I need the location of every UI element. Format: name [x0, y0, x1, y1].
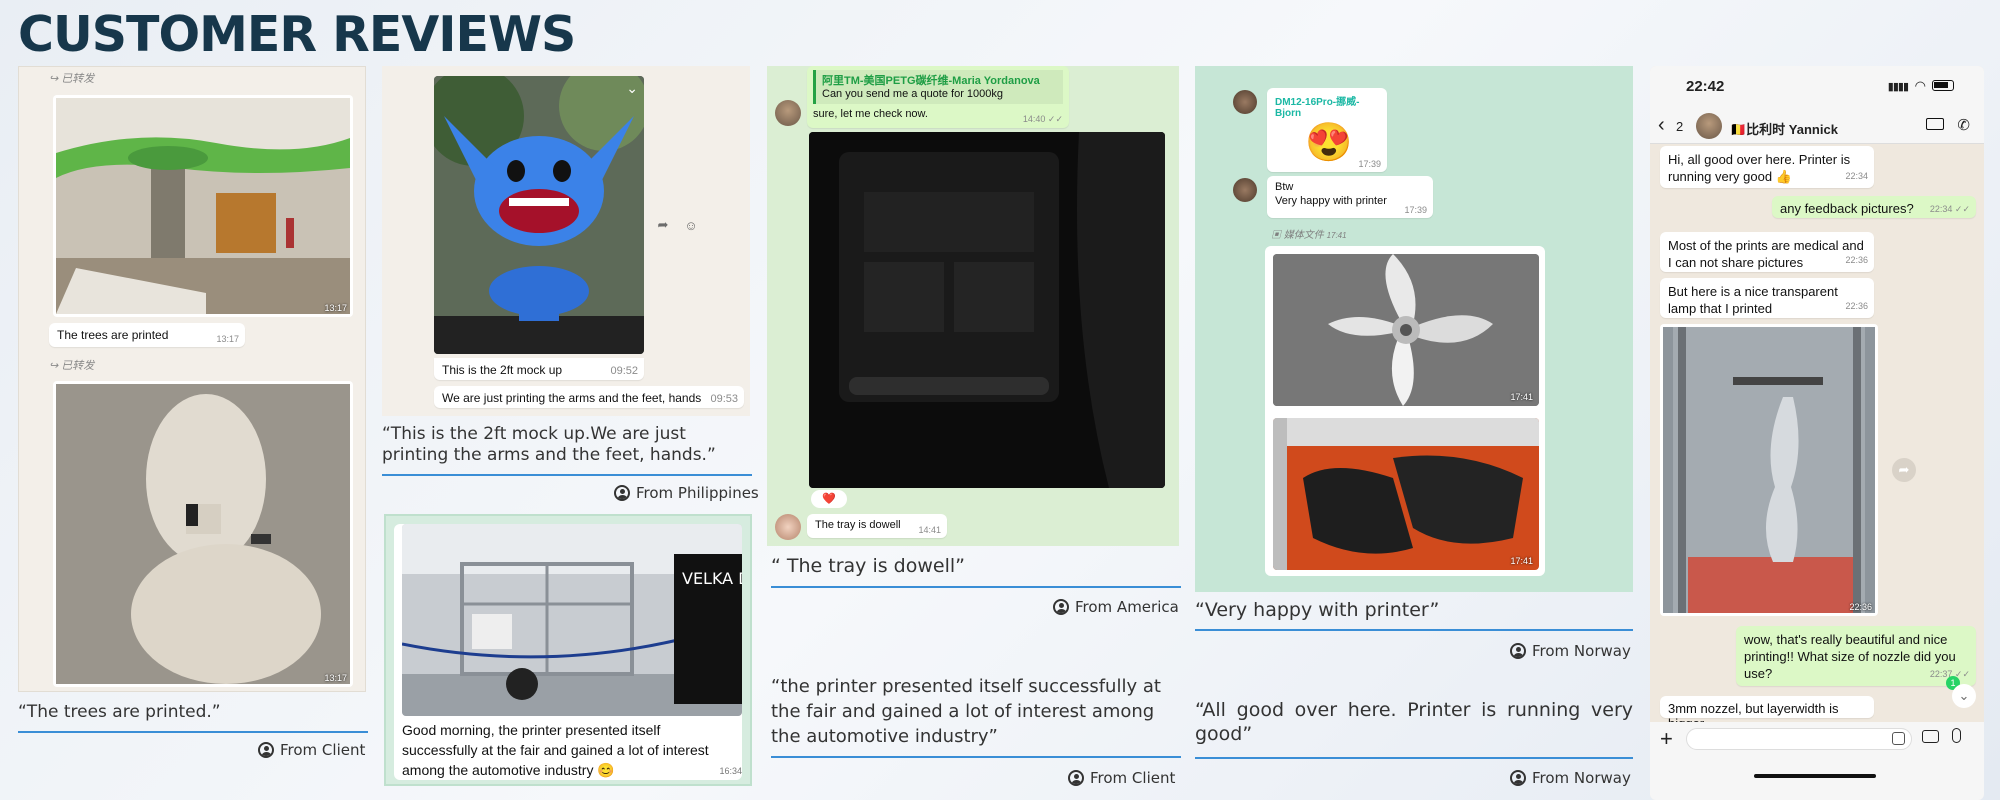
- message-bubble[interactable]: wow, that's really beautiful and nice pr…: [1736, 626, 1976, 686]
- chevron-down-icon[interactable]: ⌄: [626, 80, 638, 97]
- divider: [1195, 757, 1633, 759]
- message-bubble[interactable]: This is the 2ft mock up 09:52: [434, 358, 644, 380]
- printed-lamp-image: [1663, 327, 1875, 613]
- review-quote: “The trees are printed.”: [18, 702, 221, 722]
- camera-icon[interactable]: [1922, 730, 1939, 743]
- chat-header: ‹ 2 🇧🇪比利时 Yannick ✆: [1650, 110, 1984, 144]
- chat-screenshot-tray: 阿里TM-美国PETG碳纤维-Maria Yordanova Can you s…: [767, 66, 1179, 546]
- person-icon: [1510, 770, 1526, 786]
- back-count: 2: [1676, 119, 1684, 134]
- chat-screenshot-trees: ↪ 已转发 13:17 The trees are printed 13:17 …: [18, 66, 366, 692]
- stitch-photo[interactable]: ⌄: [434, 76, 644, 354]
- status-bar: 22:42 ▮▮▮▮ ◠: [1650, 66, 1984, 110]
- review-quote: “the printer presented itself successful…: [771, 676, 1161, 747]
- phone-screenshot: 22:42 ▮▮▮▮ ◠ ‹ 2 🇧🇪比利时 Yannick ✆ Hi, all…: [1650, 66, 1984, 800]
- home-indicator: [1754, 774, 1876, 778]
- divider: [18, 731, 368, 733]
- emoji-bubble[interactable]: DM12-16Pro-挪威-Bjorn 😍 17:39: [1267, 88, 1387, 172]
- message-bubble[interactable]: Hi, all good over here. Printer is runni…: [1660, 146, 1874, 188]
- message-bubble[interactable]: The trees are printed 13:17: [49, 323, 245, 347]
- lamp-photo[interactable]: 22:36: [1660, 324, 1878, 616]
- avatar: [775, 100, 801, 126]
- divider: [1195, 629, 1633, 631]
- tray-photo[interactable]: [809, 132, 1165, 488]
- battery-icon: [1932, 80, 1954, 91]
- status-time: 22:42: [1686, 78, 1725, 95]
- composer-bar: +: [1650, 722, 1984, 800]
- media-label: ▣ 媒体文件 17:41: [1271, 230, 1347, 241]
- booth-sign-text: VELKA DESIGN: [682, 569, 742, 588]
- review-source: From Client: [258, 741, 365, 759]
- reaction-badge[interactable]: ❤️: [811, 490, 847, 508]
- message-bubble[interactable]: any feedback pictures? 22:34 ✓✓: [1772, 196, 1976, 218]
- contact-avatar[interactable]: [1696, 113, 1722, 139]
- review-quote: “All good over here. Printer is running …: [1195, 699, 1633, 745]
- quoted-message: 阿里TM-美国PETG碳纤维-Maria Yordanova Can you s…: [813, 70, 1063, 104]
- console-tray-image: [809, 132, 1165, 488]
- sticker-icon[interactable]: [1892, 732, 1905, 745]
- chat-screenshot-norway: DM12-16Pro-挪威-Bjorn 😍 17:39 Btw Very hap…: [1195, 66, 1633, 592]
- forwarded-label: ↪ 已转发: [49, 73, 95, 85]
- microphone-icon[interactable]: [1952, 728, 1961, 743]
- video-call-icon[interactable]: [1926, 118, 1944, 130]
- review-quote: “This is the 2ft mock up.We are just pri…: [382, 424, 716, 465]
- review-source: From Client: [1068, 769, 1175, 787]
- person-icon: [258, 742, 274, 758]
- review-source: From Philippines: [614, 484, 759, 502]
- car-parts-photo[interactable]: 17:41: [1273, 418, 1539, 570]
- chat-screenshot-fair: VELKA DESIGN Good morning, the printer p…: [384, 514, 752, 786]
- divider: [382, 474, 752, 476]
- emoji-icon[interactable]: ☺: [680, 214, 702, 236]
- wifi-icon: ◠: [1914, 78, 1926, 93]
- review-source: From Norway: [1510, 642, 1631, 660]
- forwarded-label: ↪ 已转发: [49, 360, 95, 372]
- divider: [771, 756, 1181, 758]
- review-source: From Norway: [1510, 769, 1631, 787]
- review-quote: “ The tray is dowell”: [771, 555, 965, 577]
- person-icon: [614, 485, 630, 501]
- message-input[interactable]: [1686, 728, 1912, 750]
- page-title: CUSTOMER REVIEWS: [18, 6, 576, 63]
- message-bubble[interactable]: Btw Very happy with printer 17:39: [1267, 176, 1433, 218]
- reply-bubble[interactable]: 阿里TM-美国PETG碳纤维-Maria Yordanova Can you s…: [807, 66, 1069, 128]
- message-bubble[interactable]: We are just printing the arms and the fe…: [434, 386, 744, 408]
- phone-call-icon[interactable]: ✆: [1957, 116, 1970, 134]
- divider: [771, 586, 1181, 588]
- fair-booth-photo[interactable]: VELKA DESIGN: [402, 524, 742, 716]
- avatar: [775, 514, 801, 540]
- printed-trunk-image: [56, 384, 350, 684]
- person-icon: [1068, 770, 1084, 786]
- printed-car-parts-image: [1273, 418, 1539, 570]
- chat-screenshot-stitch: ⌄ ➦ ☺ This is the 2ft mock up 09:52 We a…: [382, 66, 750, 416]
- trunk-photo[interactable]: 13:17: [53, 381, 353, 687]
- signal-icon: ▮▮▮▮: [1887, 81, 1909, 93]
- back-chevron-icon[interactable]: ‹: [1658, 114, 1665, 137]
- person-icon: [1053, 599, 1069, 615]
- propeller-photo[interactable]: 17:41: [1273, 254, 1539, 406]
- message-bubble[interactable]: Most of the prints are medical and I can…: [1660, 232, 1874, 272]
- scroll-down-icon[interactable]: ⌄: [1952, 684, 1976, 708]
- message-bubble[interactable]: The tray is dowell 14:41: [807, 514, 947, 538]
- printer-at-fair-image: VELKA DESIGN: [402, 524, 742, 716]
- message-text: Good morning, the printer presented itse…: [402, 722, 709, 778]
- avatar: [1233, 178, 1257, 202]
- tree-scene-image: [56, 98, 350, 314]
- review-source: From America: [1053, 598, 1179, 616]
- stitch-figure-image: [434, 76, 644, 354]
- contact-name[interactable]: 🇧🇪比利时 Yannick: [1730, 119, 1838, 138]
- forward-icon[interactable]: ➦: [1892, 458, 1916, 482]
- person-icon: [1510, 643, 1526, 659]
- forward-icon[interactable]: ➦: [652, 214, 674, 236]
- review-quote: “Very happy with printer”: [1195, 599, 1440, 621]
- message-bubble[interactable]: 3mm nozzel, but layerwidth is bigger: [1660, 696, 1874, 731]
- avatar: [1233, 90, 1257, 114]
- printed-propeller-image: [1273, 254, 1539, 406]
- message-bubble[interactable]: But here is a nice transparent lamp that…: [1660, 278, 1874, 318]
- tree-photo[interactable]: 13:17: [53, 95, 353, 317]
- plus-icon[interactable]: +: [1660, 726, 1673, 752]
